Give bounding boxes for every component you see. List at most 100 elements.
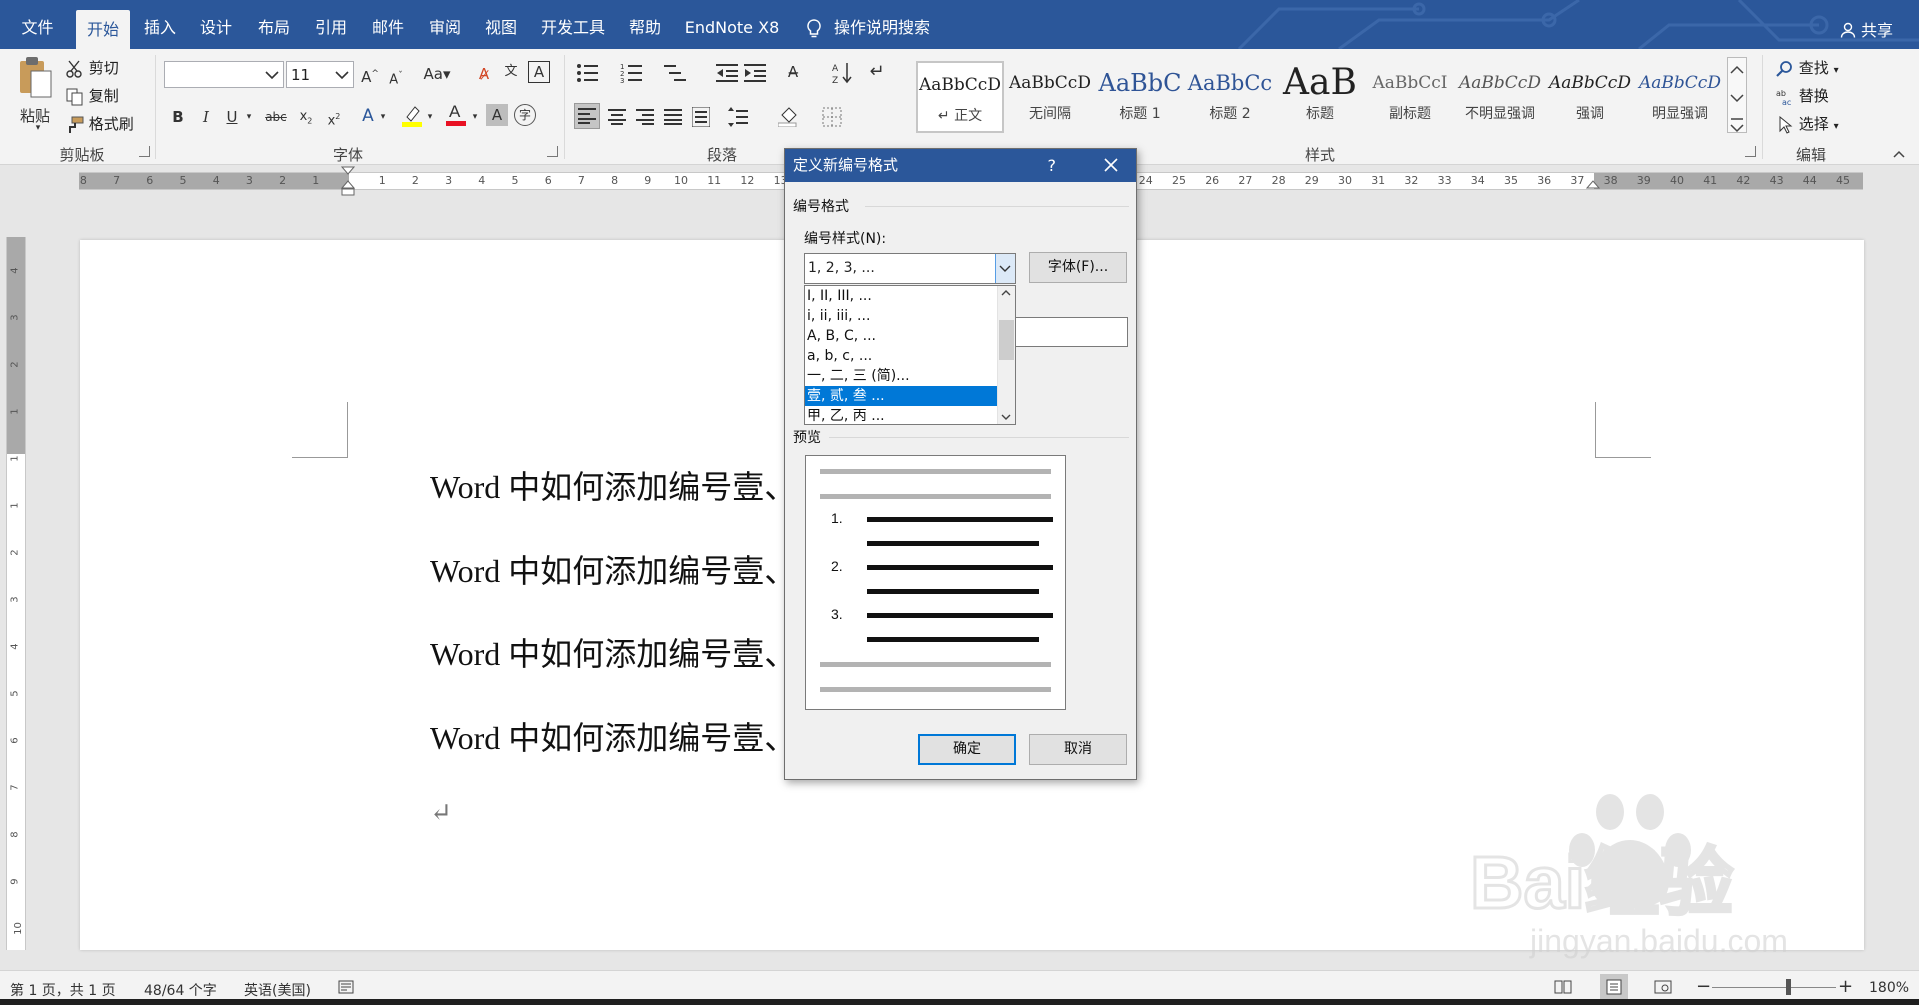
style-normal[interactable]: AaBbCcD ↵ 正文 [916, 61, 1004, 133]
decrease-indent-icon[interactable] [716, 63, 738, 83]
tab-review[interactable]: 审阅 [422, 0, 468, 49]
tab-developer[interactable]: 开发工具 [538, 0, 608, 49]
dropdown-scrollbar[interactable] [997, 286, 1015, 424]
tab-view[interactable]: 视图 [478, 0, 524, 49]
replace-button[interactable]: ab ac 替换 [1776, 85, 1829, 107]
select-button[interactable]: 选择 ▾ [1776, 113, 1839, 134]
word-count[interactable]: 48/64 个字 [144, 980, 217, 1000]
superscript-button[interactable]: x2 [322, 106, 346, 132]
indent-marker-icon[interactable] [341, 166, 355, 196]
underline-button[interactable]: U [222, 106, 242, 128]
style-no-spacing[interactable]: AaBbCcD 无间隔 [1006, 61, 1094, 133]
zoom-slider-thumb[interactable] [1786, 979, 1791, 995]
font-size-combo[interactable]: 11 [286, 61, 354, 88]
dropdown-scroll-thumb[interactable] [999, 320, 1014, 360]
bullets-icon[interactable] [576, 63, 598, 83]
list-item[interactable]: A, B, C, ... [805, 326, 998, 346]
list-item[interactable]: I, II, III, ... [805, 286, 998, 306]
read-mode-icon[interactable] [1554, 979, 1572, 995]
ok-button[interactable]: 确定 [918, 734, 1016, 765]
tab-file[interactable]: 文件 [10, 0, 65, 49]
italic-button[interactable]: I [196, 106, 216, 128]
collapse-ribbon-chevron-icon[interactable] [1892, 149, 1906, 159]
character-shading-icon[interactable]: A [486, 104, 508, 126]
highlight-color-button[interactable] [400, 103, 424, 133]
strikethrough-button[interactable]: abc [262, 106, 290, 128]
character-border-icon[interactable]: A [528, 61, 550, 83]
close-icon[interactable] [1100, 154, 1122, 176]
increase-indent-icon[interactable] [744, 63, 766, 83]
tab-layout[interactable]: 布局 [251, 0, 297, 49]
paste-dropdown-chevron-icon[interactable]: ▾ [32, 117, 44, 133]
distributed-icon[interactable] [692, 107, 710, 127]
style-subtitle[interactable]: AaBbCcI 副标题 [1366, 61, 1454, 133]
font-name-combo[interactable] [164, 61, 284, 88]
underline-dropdown-chevron-icon[interactable]: ▾ [244, 106, 254, 128]
enclose-characters-icon[interactable]: 字 [514, 104, 536, 126]
number-format-input[interactable] [1015, 317, 1128, 347]
chevron-down-icon[interactable] [1728, 86, 1746, 110]
scroll-up-chevron-icon[interactable] [998, 286, 1014, 300]
cancel-button[interactable]: 取消 [1029, 734, 1127, 765]
format-painter-button[interactable]: 格式刷 [66, 113, 134, 134]
align-center-icon[interactable] [608, 109, 626, 125]
tab-home[interactable]: 开始 [76, 10, 130, 49]
cut-button[interactable]: 剪切 [66, 57, 119, 78]
zoom-level[interactable]: 180% [1869, 980, 1909, 996]
style-intense-emphasis[interactable]: AaBbCcD 明显强调 [1636, 61, 1724, 133]
bold-button[interactable]: B [168, 106, 188, 128]
change-case-button[interactable]: Aa▾ [420, 63, 454, 85]
share-button[interactable]: 共享 [1840, 17, 1893, 41]
zoom-out-button[interactable]: − [1696, 976, 1711, 997]
style-heading-1[interactable]: AaBbC 标题 1 [1096, 61, 1184, 133]
clear-formatting-icon[interactable]: A̷ [474, 63, 494, 85]
style-emphasis[interactable]: AaBbCcD 强调 [1546, 61, 1634, 133]
shrink-font-button[interactable]: Aˇ [386, 65, 406, 91]
tell-me-search[interactable]: 操作说明搜索 [832, 0, 932, 49]
macro-record-icon[interactable] [338, 980, 354, 994]
font-color-dropdown-chevron-icon[interactable]: ▾ [470, 106, 480, 128]
chinese-layout-icon[interactable]: A̶ [780, 61, 806, 83]
font-color-button[interactable]: A [444, 101, 468, 133]
list-item[interactable]: i, ii, iii, ... [805, 306, 998, 326]
web-layout-icon[interactable] [1654, 979, 1672, 995]
multilevel-list-icon[interactable] [664, 63, 686, 83]
print-layout-button[interactable] [1600, 974, 1628, 1000]
list-item[interactable]: a, b, c, ... [805, 346, 998, 366]
borders-icon[interactable] [822, 107, 842, 127]
page-count[interactable]: 第 1 页，共 1 页 [10, 980, 116, 1000]
tab-design[interactable]: 设计 [193, 0, 239, 49]
justify-icon[interactable] [664, 109, 682, 125]
align-right-icon[interactable] [636, 109, 654, 125]
list-item-selected[interactable]: 壹, 贰, 叁 ... [805, 386, 998, 406]
shading-bucket-icon[interactable] [778, 105, 800, 127]
phonetic-guide-icon[interactable]: 文 [500, 61, 522, 83]
number-style-dropdown-button[interactable] [995, 254, 1015, 283]
tab-help[interactable]: 帮助 [622, 0, 668, 49]
style-title[interactable]: AaB 标题 [1276, 61, 1364, 133]
number-style-select[interactable]: 1, 2, 3, ... [804, 253, 1016, 284]
text-effects-dropdown-chevron-icon[interactable]: ▾ [378, 106, 388, 128]
show-formatting-icon[interactable]: ↵ [866, 61, 888, 83]
line-spacing-icon[interactable] [728, 107, 748, 127]
find-button[interactable]: 查找 ▾ [1776, 57, 1839, 78]
clipboard-launcher-icon[interactable] [139, 146, 150, 157]
help-button[interactable]: ? [1048, 149, 1057, 182]
copy-button[interactable]: 复制 [66, 85, 119, 106]
style-heading-2[interactable]: AaBbCc 标题 2 [1186, 61, 1274, 133]
subscript-button[interactable]: x2 [294, 106, 318, 133]
tab-insert[interactable]: 插入 [137, 0, 183, 49]
font-launcher-icon[interactable] [547, 146, 558, 157]
numbering-icon[interactable]: 123 [620, 63, 642, 83]
zoom-slider-track[interactable] [1712, 987, 1836, 988]
text-effects-icon[interactable]: A [358, 105, 378, 127]
highlight-dropdown-chevron-icon[interactable]: ▾ [425, 106, 435, 128]
right-indent-marker-icon[interactable] [1586, 178, 1600, 196]
tab-references[interactable]: 引用 [308, 0, 354, 49]
scroll-down-chevron-icon[interactable] [998, 410, 1014, 424]
align-left-button[interactable] [574, 103, 600, 129]
gallery-more-icon[interactable] [1728, 114, 1746, 138]
font-button[interactable]: 字体(F)... [1029, 252, 1127, 283]
zoom-in-button[interactable]: + [1838, 976, 1853, 997]
style-subtle-emphasis[interactable]: AaBbCcD 不明显强调 [1456, 61, 1544, 133]
